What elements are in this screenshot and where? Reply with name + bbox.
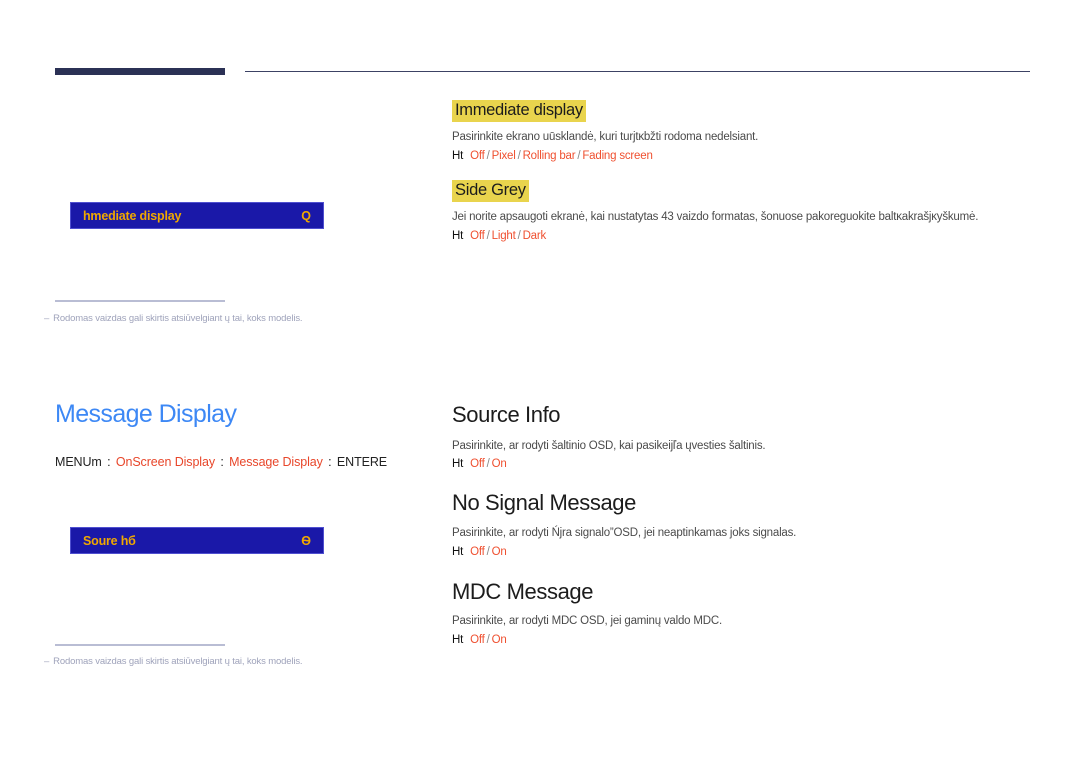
option-off[interactable]: Off <box>470 546 485 558</box>
footnote-rule-bottom <box>55 644 225 646</box>
option-off[interactable]: Off <box>470 150 485 162</box>
footnote-dash-icon: – <box>44 313 50 324</box>
breadcrumb: MENUm : OnScreen Display : Message Displ… <box>55 455 387 469</box>
osd-panel-label: Soure hб <box>83 533 136 548</box>
header-rule-thick <box>55 68 225 75</box>
footnote-rule-top <box>55 300 225 302</box>
option-rolling-bar[interactable]: Rolling bar <box>523 150 576 162</box>
option-separator: / <box>486 458 490 470</box>
footnote-text: Rodomas vaizdas gali skirtis atsiūvelgia… <box>53 313 303 324</box>
option-separator: / <box>577 150 581 162</box>
option-separator: / <box>517 230 521 242</box>
heading-no-signal-message: No Signal Message <box>452 490 636 515</box>
breadcrumb-separator: : <box>328 455 332 469</box>
footnote-text: Rodomas vaizdas gali skirtis atsiūvelgia… <box>53 656 303 667</box>
page-title-message-display: Message Display <box>55 400 237 428</box>
description-side-grey: Jei norite apsaugoti ekranė, kai nustaty… <box>452 211 979 223</box>
footnote-dash-icon: – <box>44 656 50 667</box>
header-rule-thin <box>245 71 1030 72</box>
breadcrumb-separator: : <box>107 455 111 469</box>
option-separator: / <box>486 634 490 646</box>
options-side-grey: Ht Off / Light / Dark <box>452 230 546 242</box>
heading-mdc-message: MDC Message <box>452 579 594 604</box>
heading-source-info: Source Info <box>452 402 561 427</box>
option-on[interactable]: On <box>492 546 507 558</box>
option-separator: / <box>486 546 490 558</box>
description-mdc-message: Pasirinkite, ar rodyti MDC OSD, jei gami… <box>452 615 722 627</box>
option-dark[interactable]: Dark <box>523 230 547 242</box>
osd-panel-label: hmediate display <box>83 208 182 223</box>
footnote-top: – Rodomas vaizdas gali skirtis atsiūvelgi… <box>44 313 303 324</box>
description-source-info: Pasirinkite, ar rodyti šaltinio OSD, kai… <box>452 440 766 452</box>
option-light[interactable]: Light <box>492 230 516 242</box>
option-separator: / <box>486 150 490 162</box>
osd-panel-value: Q <box>301 208 311 223</box>
options-immediate-display: Ht Off / Pixel / Rolling bar / Fading screen <box>452 150 653 162</box>
option-marker: Ht <box>452 230 464 242</box>
option-pixel[interactable]: Pixel <box>492 150 516 162</box>
options-source-info: Ht Off / On <box>452 458 507 470</box>
heading-immediate-display: Immediate display <box>452 100 586 122</box>
osd-panel-value: Ѳ <box>301 533 311 548</box>
footnote-bottom: – Rodomas vaizdas gali skirtis atsiūvelgi… <box>44 656 303 667</box>
option-on[interactable]: On <box>492 634 507 646</box>
option-off[interactable]: Off <box>470 634 485 646</box>
breadcrumb-suffix: ENTERE <box>336 455 388 469</box>
option-marker: Ht <box>452 634 464 646</box>
description-no-signal-message: Pasirinkite, ar rodyti Ńjra signalo”OSD,… <box>452 527 797 539</box>
option-marker: Ht <box>452 150 464 162</box>
option-separator: / <box>517 150 521 162</box>
description-immediate-display: Pasirinkite ekrano uūsklandė, kuri turjt… <box>452 131 759 143</box>
option-marker: Ht <box>452 458 464 470</box>
option-fading-screen[interactable]: Fading screen <box>582 150 652 162</box>
option-separator: / <box>486 230 490 242</box>
options-no-signal-message: Ht Off / On <box>452 546 507 558</box>
option-on[interactable]: On <box>492 458 507 470</box>
osd-panel-immediate-display: hmediate display Q <box>70 202 324 229</box>
option-off[interactable]: Off <box>470 230 485 242</box>
heading-side-grey: Side Grey <box>452 180 529 202</box>
breadcrumb-separator: : <box>220 455 224 469</box>
options-mdc-message: Ht Off / On <box>452 634 507 646</box>
breadcrumb-item-onscreen-display[interactable]: OnScreen Display <box>116 455 215 469</box>
osd-panel-source-info: Soure hб Ѳ <box>70 527 324 554</box>
breadcrumb-prefix: MENUm <box>55 455 102 469</box>
option-off[interactable]: Off <box>470 458 485 470</box>
breadcrumb-item-message-display[interactable]: Message Display <box>229 455 323 469</box>
option-marker: Ht <box>452 546 464 558</box>
